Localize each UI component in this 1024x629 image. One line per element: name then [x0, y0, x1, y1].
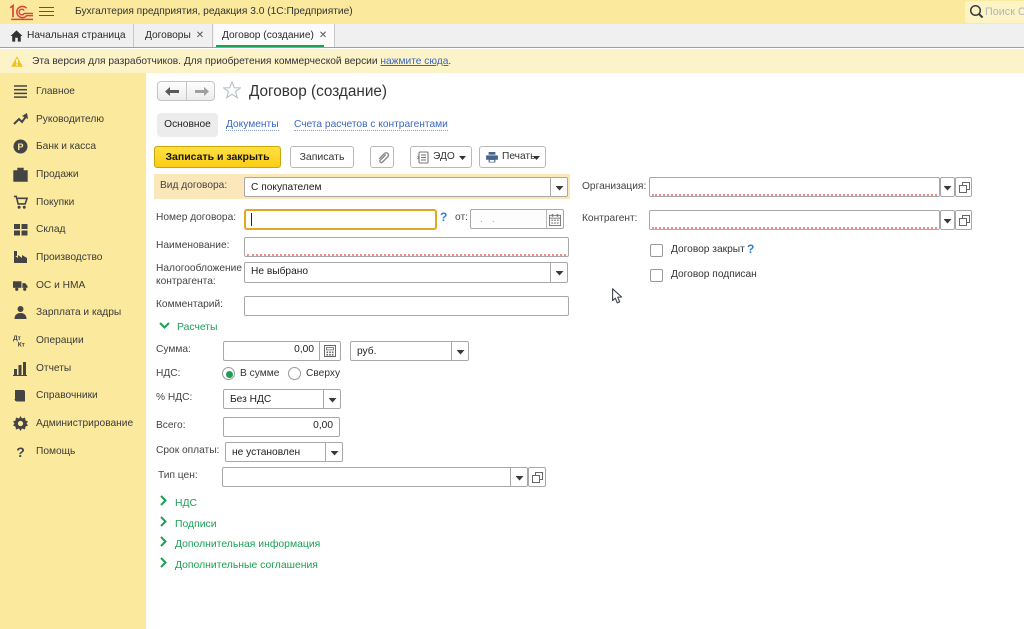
svg-text:Р: Р	[17, 142, 23, 152]
svg-text:?: ?	[16, 444, 25, 459]
svg-text:Кт: Кт	[18, 342, 26, 348]
